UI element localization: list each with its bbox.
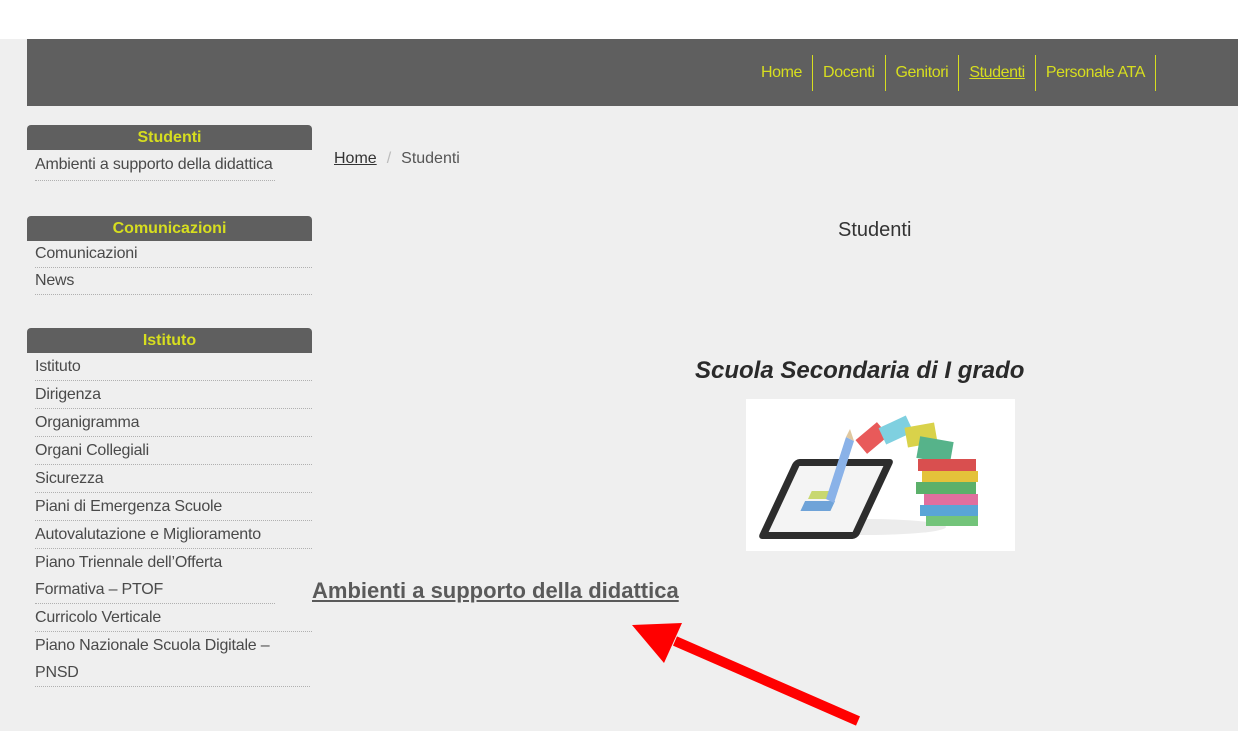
main-nav: Home Docenti Genitori Studenti Personale… [751,39,1156,106]
nav-home[interactable]: Home [751,54,814,91]
sidebar-item-organi-collegiali[interactable]: Organi Collegiali [35,437,312,465]
widget-comunicazioni: Comunicazioni Comunicazioni News [27,216,312,295]
sidebar-item-istituto[interactable]: Istituto [35,353,312,381]
nav-studenti[interactable]: Studenti [959,54,1036,91]
widget-istituto: Istituto Istituto Dirigenza Organigramma… [27,328,312,687]
section-subtitle: Scuola Secondaria di I grado [695,357,1025,384]
sidebar-item-piani-emergenza[interactable]: Piani di Emergenza Scuole [35,493,312,521]
sidebar-item-pnsd[interactable]: Piano Nazionale Scuola Digitale – PNSD [35,632,310,687]
sidebar-item-news[interactable]: News [35,268,312,295]
widget-studenti: Studenti Ambienti a supporto della didat… [27,125,312,181]
widget-title-studenti: Studenti [27,125,312,150]
sidebar-item-comunicazioni[interactable]: Comunicazioni [35,241,312,268]
annotation-arrow-icon [632,623,861,726]
sidebar-item-dirigenza[interactable]: Dirigenza [35,381,312,409]
sidebar-item-sicurezza[interactable]: Sicurezza [35,465,312,493]
books-tablet-image[interactable] [746,399,1015,551]
sidebar-item-ambienti[interactable]: Ambienti a supporto della didattica [35,150,275,181]
nav-docenti[interactable]: Docenti [813,54,886,91]
nav-personale-ata[interactable]: Personale ATA [1036,54,1156,91]
sidebar-item-ptof[interactable]: Piano Triennale dell’Offerta Formativa –… [35,549,275,604]
sidebar: Studenti Ambienti a supporto della didat… [27,125,312,687]
page-title: Studenti [838,219,912,241]
breadcrumb-home[interactable]: Home [334,150,377,167]
breadcrumb: Home / Studenti [334,150,460,168]
main-navbar: Home Docenti Genitori Studenti Personale… [27,39,1238,106]
widget-title-comunicazioni: Comunicazioni [27,216,312,241]
sidebar-item-organigramma[interactable]: Organigramma [35,409,312,437]
breadcrumb-current: Studenti [401,150,460,167]
nav-genitori[interactable]: Genitori [886,54,960,91]
sidebar-item-curricolo[interactable]: Curricolo Verticale [35,604,312,632]
breadcrumb-separator: / [386,150,392,167]
top-white-strip [0,0,1238,39]
ambienti-didattica-link[interactable]: Ambienti a supporto della didattica [312,578,679,604]
widget-title-istituto: Istituto [27,328,312,353]
sidebar-item-autovalutazione[interactable]: Autovalutazione e Miglioramento [35,521,312,549]
